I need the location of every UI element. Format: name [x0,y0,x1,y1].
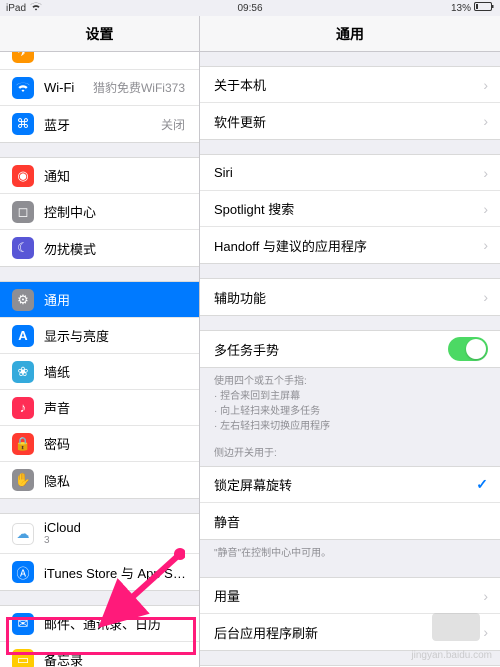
sidebar-header: 设置 [0,16,199,52]
bluetooth-label: 蓝牙 [44,115,161,134]
mute-note: "静音"在控制中心中可用。 [200,540,500,563]
sounds-row[interactable]: ♪声音 [0,390,199,426]
carrier-label: iPad [6,3,26,14]
sounds-icon: ♪ [12,397,34,419]
chevron-icon: › [483,113,488,129]
lock-rotation-row[interactable]: 锁定屏幕旋转✓ [200,467,500,503]
detail-header: 通用 [200,16,500,52]
battery-icon [474,2,494,14]
notes-icon: ▭ [12,649,34,667]
about-row[interactable]: 关于本机› [200,67,500,103]
chevron-icon: › [483,165,488,181]
wallpaper-icon: ❀ [12,361,34,383]
bluetooth-detail: 关闭 [161,116,185,133]
itunes-icon: Ⓐ [12,561,34,583]
passcode-icon: 🔒 [12,433,34,455]
chevron-icon: › [483,289,488,305]
icloud-icon: ☁ [12,523,34,545]
mute-row[interactable]: 静音 [200,503,500,539]
settings-sidebar: 设置 ✈ Wi-Fi猎豹免费WiFi373 ⌘ 蓝牙关闭 ◉通知 ◻控制中心 ☾勿… [0,16,200,667]
display-icon: A [12,325,34,347]
display-row[interactable]: A显示与亮度 [0,318,199,354]
airplane-icon: ✈ [12,52,34,63]
passcode-row[interactable]: 🔒密码 [0,426,199,462]
accessibility-row[interactable]: 辅助功能› [200,279,500,315]
notes-row[interactable]: ▭备忘录 [0,642,199,667]
multitask-row[interactable]: 多任务手势 [200,331,500,367]
wifi-row[interactable]: Wi-Fi猎豹免费WiFi373 [0,70,199,106]
status-bar: iPad 09:56 13% [0,0,500,16]
chevron-icon: › [483,77,488,93]
chevron-icon: › [483,624,488,640]
check-icon: ✓ [476,476,488,493]
control-center-row[interactable]: ◻控制中心 [0,194,199,230]
multitask-note: 使用四个或五个手指: 捏合来回到主屏幕 向上轻扫来处理多任务 左右轻扫来切换应用… [200,368,500,436]
dnd-icon: ☾ [12,237,34,259]
wifi-icon-tile [12,77,34,99]
wallpaper-row[interactable]: ❀墙纸 [0,354,199,390]
detail-pane: 通用 关于本机› 软件更新› Siri› Spotlight 搜索› Hando… [200,16,500,667]
mail-icon: ✉ [12,613,34,635]
icloud-row[interactable]: ☁iCloud3 [0,514,199,554]
control-center-icon: ◻ [12,201,34,223]
siri-row[interactable]: Siri› [200,155,500,191]
chevron-icon: › [483,201,488,217]
notifications-row[interactable]: ◉通知 [0,158,199,194]
bluetooth-row[interactable]: ⌘ 蓝牙关闭 [0,106,199,142]
software-update-row[interactable]: 软件更新› [200,103,500,139]
itunes-row[interactable]: ⒶiTunes Store 与 App Store [0,554,199,590]
chevron-icon: › [483,237,488,253]
wifi-label: Wi-Fi [44,80,93,95]
multitask-toggle[interactable] [448,337,488,361]
mail-row[interactable]: ✉邮件、通讯录、日历 [0,606,199,642]
usage-row[interactable]: 用量› [200,578,500,614]
chevron-icon: › [483,588,488,604]
dnd-row[interactable]: ☾勿扰模式 [0,230,199,266]
wifi-icon [30,2,42,14]
wifi-detail: 猎豹免费WiFi373 [93,79,185,96]
battery-percent: 13% [451,3,471,14]
bluetooth-icon: ⌘ [12,113,34,135]
notifications-icon: ◉ [12,165,34,187]
watermark-badge [432,613,480,641]
privacy-row[interactable]: ✋隐私 [0,462,199,498]
status-time: 09:56 [237,3,262,14]
spotlight-row[interactable]: Spotlight 搜索› [200,191,500,227]
general-row[interactable]: ⚙通用 [0,282,199,318]
handoff-row[interactable]: Handoff 与建议的应用程序› [200,227,500,263]
side-switch-header: 侧边开关用于: [200,436,500,463]
airplane-row[interactable]: ✈ [0,52,199,70]
general-icon: ⚙ [12,289,34,311]
privacy-icon: ✋ [12,469,34,491]
